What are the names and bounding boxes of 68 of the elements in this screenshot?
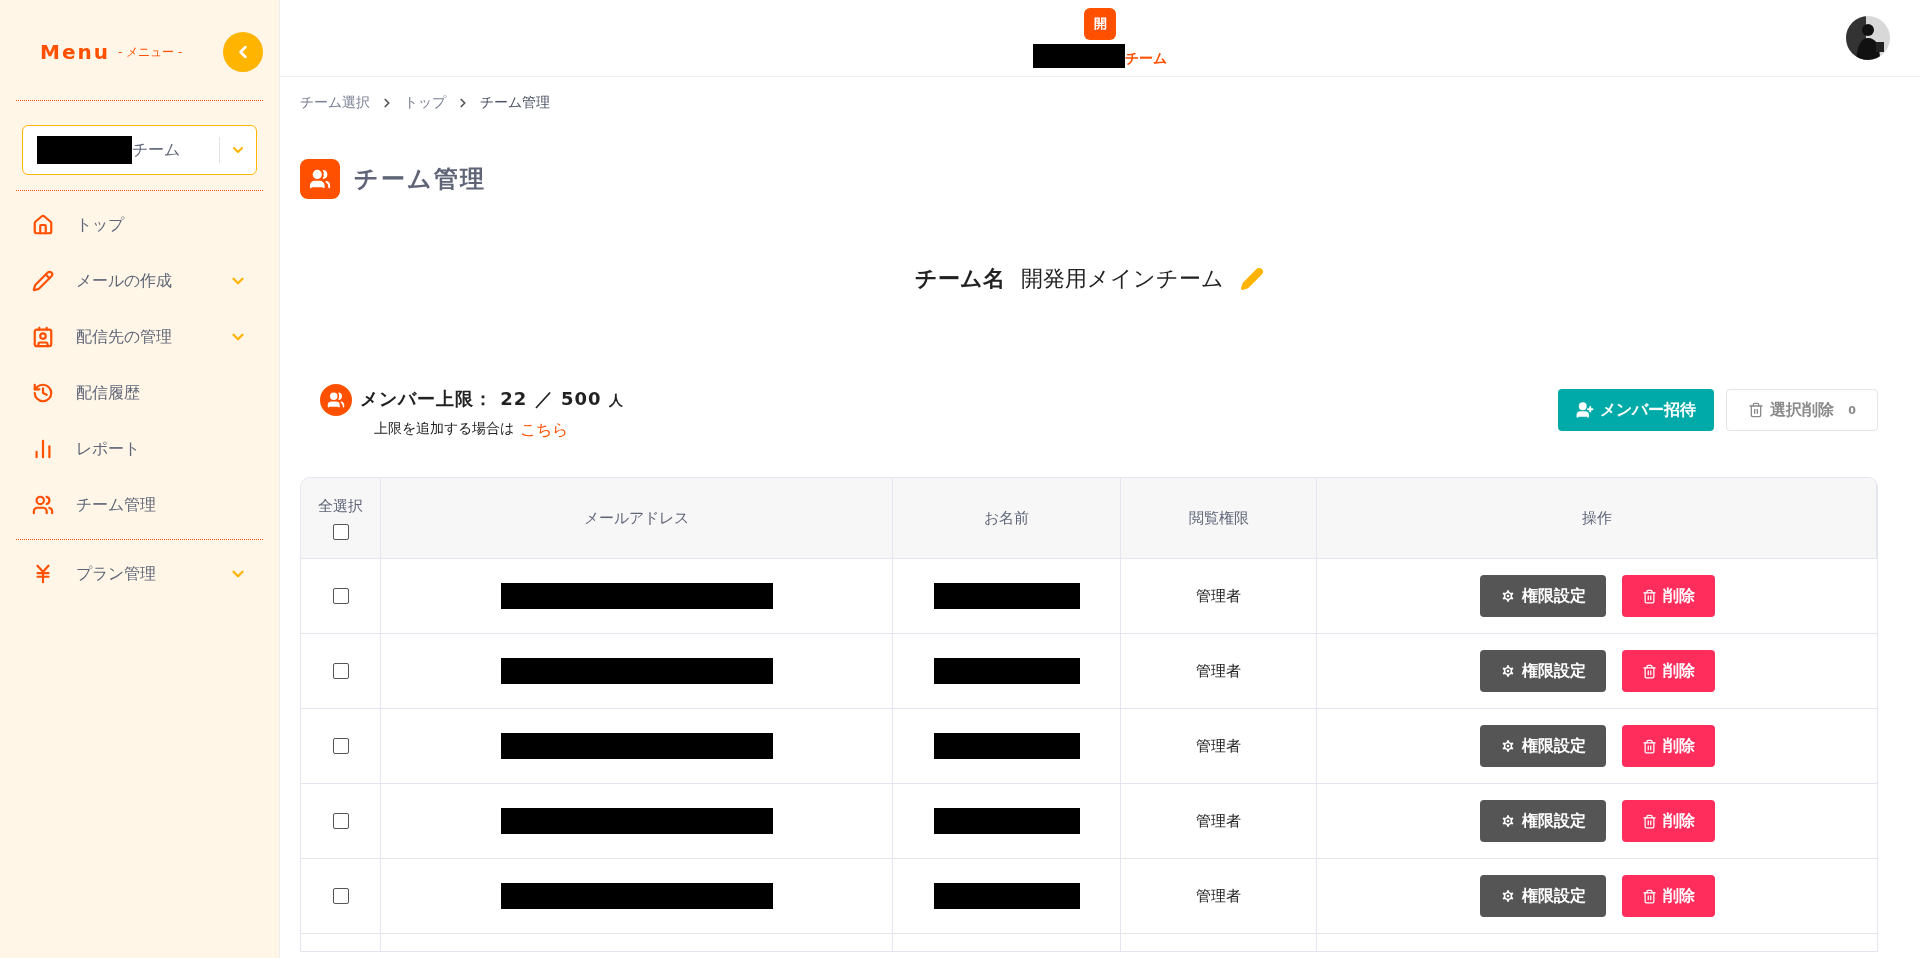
table-cell: 管理者 bbox=[1121, 709, 1317, 784]
team-name-value: 開発用メインチーム bbox=[1020, 265, 1224, 293]
sidebar-item[interactable]: トップ bbox=[16, 197, 263, 253]
table-cell: 管理者 bbox=[1121, 634, 1317, 709]
column-header: 閲覧権限 bbox=[1121, 478, 1317, 559]
permission-settings-button[interactable]: 権限設定 bbox=[1479, 650, 1606, 692]
menu-title: Menu bbox=[40, 40, 110, 64]
permission-settings-button[interactable]: 権限設定 bbox=[1479, 800, 1606, 842]
trash-icon bbox=[1641, 663, 1657, 679]
sidebar-item[interactable]: メールの作成 bbox=[16, 253, 263, 309]
trash-icon bbox=[1641, 588, 1657, 604]
team-name-label: チーム bbox=[1125, 50, 1167, 68]
nav-icon bbox=[32, 214, 54, 236]
column-header: お名前 bbox=[893, 478, 1121, 559]
gear-icon bbox=[1499, 738, 1516, 754]
permission-settings-button[interactable]: 権限設定 bbox=[1479, 575, 1606, 617]
sidebar-item[interactable]: プラン管理 bbox=[16, 546, 263, 602]
checkbox[interactable] bbox=[332, 588, 349, 604]
team-icon bbox=[300, 159, 340, 199]
team-name-label: チーム名 bbox=[914, 265, 1005, 293]
column-header: 操作 bbox=[1317, 478, 1877, 559]
delete-button[interactable]: 削除 bbox=[1621, 875, 1715, 917]
checkbox[interactable] bbox=[332, 523, 349, 540]
nav-icon bbox=[32, 270, 54, 292]
team-badge: 開 bbox=[1084, 8, 1116, 40]
menu-subtitle: - メニュー - bbox=[117, 43, 183, 61]
checkbox[interactable] bbox=[332, 888, 349, 904]
delete-button[interactable]: 削除 bbox=[1621, 575, 1715, 617]
delete-button[interactable]: 削除 bbox=[1621, 800, 1715, 842]
permission-settings-button[interactable]: 権限設定 bbox=[1479, 725, 1606, 767]
limit-note: 上限を追加する場合は bbox=[374, 420, 514, 438]
add-limit-link[interactable]: こちら bbox=[520, 420, 568, 441]
member-limit-text: メンバー上限： 22 ／ 500 人 bbox=[360, 387, 624, 411]
trash-icon bbox=[1641, 888, 1657, 904]
users-icon bbox=[320, 383, 352, 416]
breadcrumb-link[interactable]: トップ bbox=[404, 94, 446, 112]
table-cell: 管理者 bbox=[1121, 784, 1317, 859]
delete-button[interactable]: 削除 bbox=[1621, 725, 1715, 767]
sidebar-item[interactable]: 配信先の管理 bbox=[16, 309, 263, 365]
sidebar-item[interactable]: 配信履歴 bbox=[16, 365, 263, 421]
trash-icon bbox=[1641, 738, 1657, 754]
checkbox[interactable] bbox=[332, 663, 349, 679]
column-header: メールアドレス bbox=[381, 478, 893, 559]
user-plus-icon bbox=[1576, 401, 1594, 419]
nav-icon bbox=[32, 438, 54, 460]
user-avatar[interactable] bbox=[1846, 16, 1890, 60]
gear-icon bbox=[1499, 663, 1516, 679]
permission-settings-button[interactable]: 権限設定 bbox=[1479, 875, 1606, 917]
breadcrumb-link[interactable]: チーム選択 bbox=[300, 94, 370, 112]
page-title: チーム管理 bbox=[354, 164, 486, 195]
nav-icon bbox=[32, 382, 54, 404]
checkbox[interactable] bbox=[332, 738, 349, 754]
sidebar-item[interactable]: レポート bbox=[16, 421, 263, 477]
gear-icon bbox=[1499, 588, 1516, 604]
sidebar-item[interactable]: チーム管理 bbox=[16, 477, 263, 533]
table-cell: 管理者 bbox=[1121, 859, 1317, 934]
team-select[interactable]: チーム bbox=[22, 125, 257, 175]
table-cell: 管理者 bbox=[1121, 559, 1317, 634]
breadcrumb-current: チーム管理 bbox=[480, 94, 550, 112]
gear-icon bbox=[1499, 888, 1516, 904]
column-header: 全選択 bbox=[301, 478, 381, 559]
trash-icon bbox=[1641, 813, 1657, 829]
nav-icon bbox=[32, 494, 54, 516]
gear-icon bbox=[1499, 813, 1516, 829]
checkbox[interactable] bbox=[332, 813, 349, 829]
trash-icon bbox=[1748, 402, 1765, 418]
delete-button[interactable]: 削除 bbox=[1621, 650, 1715, 692]
nav-icon bbox=[32, 326, 54, 348]
